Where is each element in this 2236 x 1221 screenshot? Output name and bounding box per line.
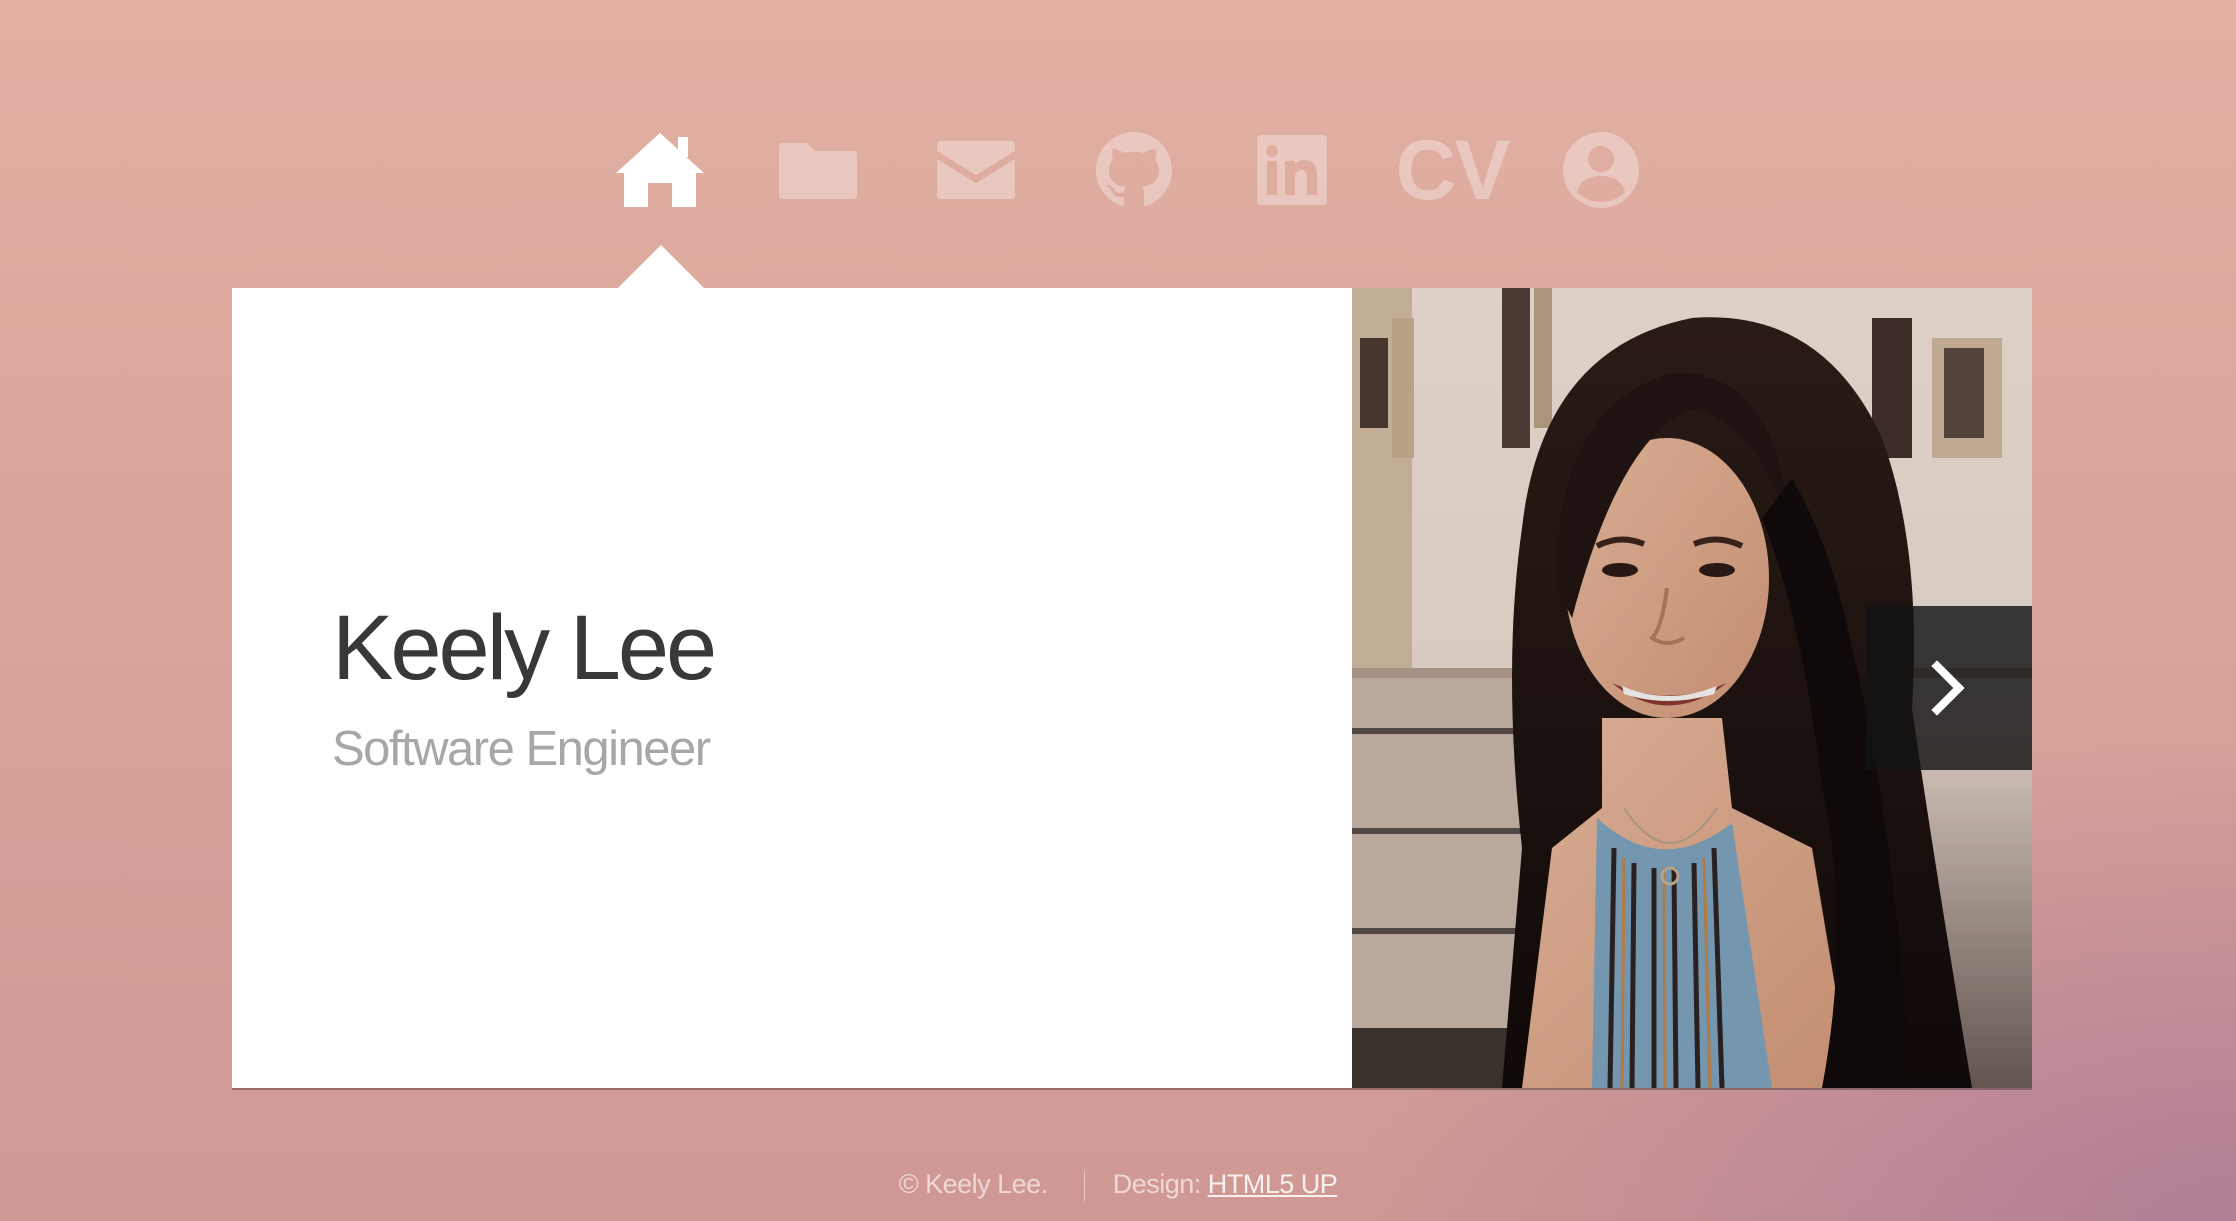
nav-home[interactable] xyxy=(612,120,708,220)
profile-photo xyxy=(1352,288,2032,1088)
main-panel: Keely Lee Software Engineer xyxy=(232,288,2032,1088)
nav-github[interactable] xyxy=(1088,120,1180,220)
copyright-text: © Keely Lee. xyxy=(898,1169,1049,1199)
footer-divider xyxy=(1083,1170,1085,1201)
nav-linkedin[interactable] xyxy=(1246,120,1338,220)
user-icon xyxy=(1563,132,1640,208)
design-label: Design: xyxy=(1112,1169,1202,1199)
github-icon xyxy=(1096,132,1172,206)
active-nav-pointer xyxy=(617,245,705,289)
home-icon xyxy=(616,133,704,207)
profile-name: Keely Lee xyxy=(332,597,717,699)
profile-role: Software Engineer xyxy=(332,722,711,777)
folder-icon xyxy=(779,143,857,199)
intro-section: Keely Lee Software Engineer xyxy=(332,597,717,777)
linkedin-icon xyxy=(1257,135,1327,205)
main-nav: CV xyxy=(0,120,2236,220)
next-slide-button[interactable] xyxy=(1866,606,2032,770)
cv-label: CV xyxy=(1395,123,1511,217)
nav-cv[interactable]: CV xyxy=(1395,120,1511,220)
nav-contact[interactable] xyxy=(930,120,1022,220)
nav-portfolio[interactable] xyxy=(772,120,864,220)
envelope-icon xyxy=(937,141,1015,199)
nav-about[interactable] xyxy=(1560,120,1642,220)
chevron-right-icon xyxy=(1931,660,1965,716)
design-credit-link[interactable]: HTML5 UP xyxy=(1208,1169,1338,1199)
footer: © Keely Lee. Design: HTML5 UP xyxy=(0,1166,2236,1202)
